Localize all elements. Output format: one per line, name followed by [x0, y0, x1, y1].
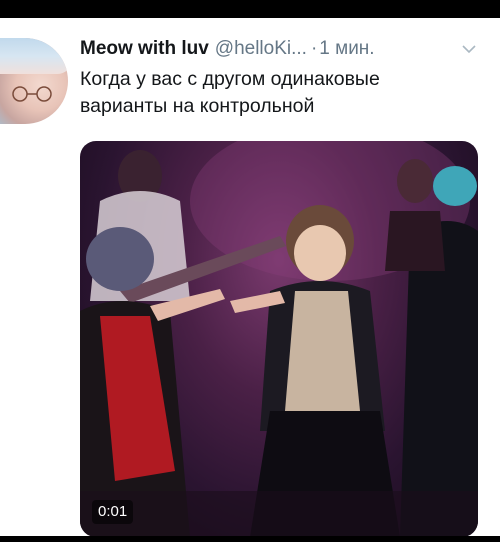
status-bar [0, 0, 500, 18]
timestamp[interactable]: 1 мин. [319, 38, 374, 60]
display-name[interactable]: Meow with luv [80, 38, 209, 60]
video-time-badge: 0:01 [92, 500, 134, 524]
chevron-down-icon[interactable] [462, 44, 476, 54]
avatar-hair [0, 38, 68, 74]
tweet-text-line-2: варианты на контрольной [80, 95, 315, 117]
video-player[interactable]: 0:01 [80, 141, 478, 537]
user-handle[interactable]: @helloKi... [215, 38, 307, 60]
tweet-text: Когда у вас с другом одинаковые варианты… [80, 66, 480, 120]
separator-dot: · [310, 38, 318, 59]
video-frame [80, 141, 478, 537]
bottom-bar [0, 536, 500, 542]
avatar-glasses [12, 86, 52, 102]
tweet-header: Meow with luv @helloKi... · 1 мин. [80, 38, 480, 64]
avatar[interactable] [0, 38, 68, 124]
tweet-text-line-1: Когда у вас с другом одинаковые [80, 68, 380, 90]
